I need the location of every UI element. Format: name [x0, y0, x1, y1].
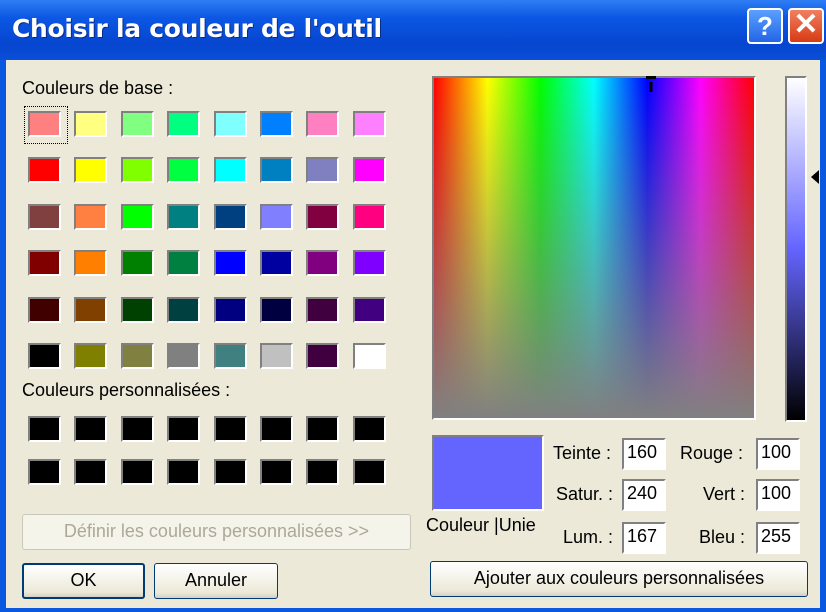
basic-color-swatch[interactable] — [260, 157, 293, 184]
saturation-input[interactable]: 240 — [622, 479, 666, 511]
custom-color-swatch[interactable] — [260, 459, 293, 485]
basic-color-swatch[interactable] — [74, 157, 108, 184]
custom-color-swatch[interactable] — [213, 416, 247, 442]
hue-label: Teinte : — [553, 443, 612, 463]
basic-color-swatch[interactable] — [74, 343, 108, 369]
luminosity-slider[interactable] — [785, 76, 807, 422]
basic-color-swatch[interactable] — [120, 157, 154, 184]
custom-colors-label: Couleurs personnalisées : — [22, 380, 231, 400]
basic-color-swatch[interactable] — [28, 250, 61, 277]
color-dialog: Choisir la couleur de l'outil ? ✕ Couleu… — [0, 0, 826, 612]
color-preview — [432, 435, 544, 511]
basic-color-swatch[interactable] — [213, 343, 247, 369]
basic-color-swatch[interactable] — [260, 343, 293, 369]
custom-color-swatch[interactable] — [28, 459, 61, 485]
basic-color-swatch[interactable] — [352, 343, 386, 369]
custom-color-swatch[interactable] — [260, 416, 293, 442]
close-button[interactable]: ✕ — [788, 8, 824, 44]
add-custom-colors-button[interactable]: Ajouter aux couleurs personnalisées — [430, 561, 808, 597]
basic-color-swatch[interactable] — [28, 157, 61, 184]
custom-color-swatch[interactable] — [213, 459, 247, 485]
custom-color-swatch[interactable] — [120, 416, 154, 442]
basic-color-swatch[interactable] — [28, 296, 61, 323]
basic-color-swatch[interactable] — [260, 203, 293, 230]
custom-color-swatch[interactable] — [28, 416, 61, 442]
basic-color-swatch[interactable] — [213, 157, 247, 184]
red-label: Rouge : — [680, 443, 744, 463]
help-button[interactable]: ? — [747, 8, 783, 44]
custom-color-swatch[interactable] — [306, 459, 340, 485]
basic-color-swatch[interactable] — [306, 343, 340, 369]
basic-color-swatch[interactable] — [213, 296, 247, 323]
basic-color-swatch[interactable] — [28, 111, 61, 137]
basic-color-swatch[interactable] — [306, 250, 340, 277]
green-label: Vert : — [703, 484, 746, 504]
luminosity-arrow-icon[interactable] — [811, 170, 819, 184]
basic-color-swatch[interactable] — [167, 157, 201, 184]
basic-color-swatch[interactable] — [306, 111, 340, 137]
custom-color-swatch[interactable] — [352, 416, 386, 442]
basic-color-swatch[interactable] — [120, 296, 154, 323]
close-icon: ✕ — [793, 8, 819, 41]
basic-color-swatch[interactable] — [260, 250, 293, 277]
basic-color-swatch[interactable] — [74, 203, 108, 230]
basic-color-swatch[interactable] — [120, 343, 154, 369]
custom-color-swatch[interactable] — [352, 459, 386, 485]
basic-color-swatch[interactable] — [352, 111, 386, 137]
custom-color-swatch[interactable] — [167, 459, 201, 485]
basic-color-swatch[interactable] — [167, 343, 201, 369]
cancel-button[interactable]: Annuler — [154, 563, 278, 599]
title-bar[interactable]: Choisir la couleur de l'outil ? ✕ — [0, 0, 826, 60]
basic-color-swatch[interactable] — [28, 203, 61, 230]
basic-color-swatch[interactable] — [167, 203, 201, 230]
blue-input[interactable]: 255 — [756, 522, 800, 554]
basic-color-swatch[interactable] — [306, 157, 340, 184]
blue-label: Bleu : — [699, 527, 746, 547]
green-input[interactable]: 100 — [756, 479, 800, 511]
saturation-label: Satur. : — [556, 484, 614, 504]
custom-color-swatch[interactable] — [167, 416, 201, 442]
dialog-title: Choisir la couleur de l'outil — [12, 14, 382, 43]
dialog-body: Couleurs de base : Couleurs personnalisé… — [6, 60, 820, 608]
basic-color-swatch[interactable] — [213, 203, 247, 230]
custom-color-swatch[interactable] — [74, 416, 108, 442]
basic-color-swatch[interactable] — [74, 111, 108, 137]
preview-label: Couleur |Unie — [426, 515, 536, 535]
basic-color-swatch[interactable] — [260, 296, 293, 323]
red-input[interactable]: 100 — [756, 438, 800, 470]
basic-color-swatch[interactable] — [213, 250, 247, 277]
basic-color-swatch[interactable] — [120, 111, 154, 137]
custom-color-swatch[interactable] — [306, 416, 340, 442]
define-custom-colors-button[interactable]: Définir les couleurs personnalisées >> — [22, 514, 411, 550]
basic-color-swatch[interactable] — [28, 343, 61, 369]
crosshair-icon — [646, 76, 656, 92]
basic-color-swatch[interactable] — [120, 250, 154, 277]
basic-color-swatch[interactable] — [167, 111, 201, 137]
hue-saturation-spectrum[interactable] — [432, 76, 756, 420]
basic-color-swatch[interactable] — [352, 250, 386, 277]
basic-color-swatch[interactable] — [352, 157, 386, 184]
basic-color-swatch[interactable] — [120, 203, 154, 230]
basic-colors-label: Couleurs de base : — [22, 78, 174, 98]
basic-color-swatch[interactable] — [213, 111, 247, 137]
help-icon: ? — [757, 11, 773, 41]
basic-color-swatch[interactable] — [306, 203, 340, 230]
hue-input[interactable]: 160 — [622, 438, 666, 470]
custom-color-swatch[interactable] — [74, 459, 108, 485]
luminosity-label: Lum. : — [563, 527, 614, 547]
basic-color-swatch[interactable] — [74, 250, 108, 277]
basic-color-swatch[interactable] — [306, 296, 340, 323]
luminosity-input[interactable]: 167 — [622, 522, 666, 554]
custom-color-swatch[interactable] — [120, 459, 154, 485]
ok-button[interactable]: OK — [22, 563, 145, 599]
basic-color-swatch[interactable] — [352, 203, 386, 230]
basic-color-swatch[interactable] — [74, 296, 108, 323]
basic-color-swatch[interactable] — [167, 250, 201, 277]
basic-color-swatch[interactable] — [260, 111, 293, 137]
basic-color-swatch[interactable] — [167, 296, 201, 323]
basic-color-swatch[interactable] — [352, 296, 386, 323]
